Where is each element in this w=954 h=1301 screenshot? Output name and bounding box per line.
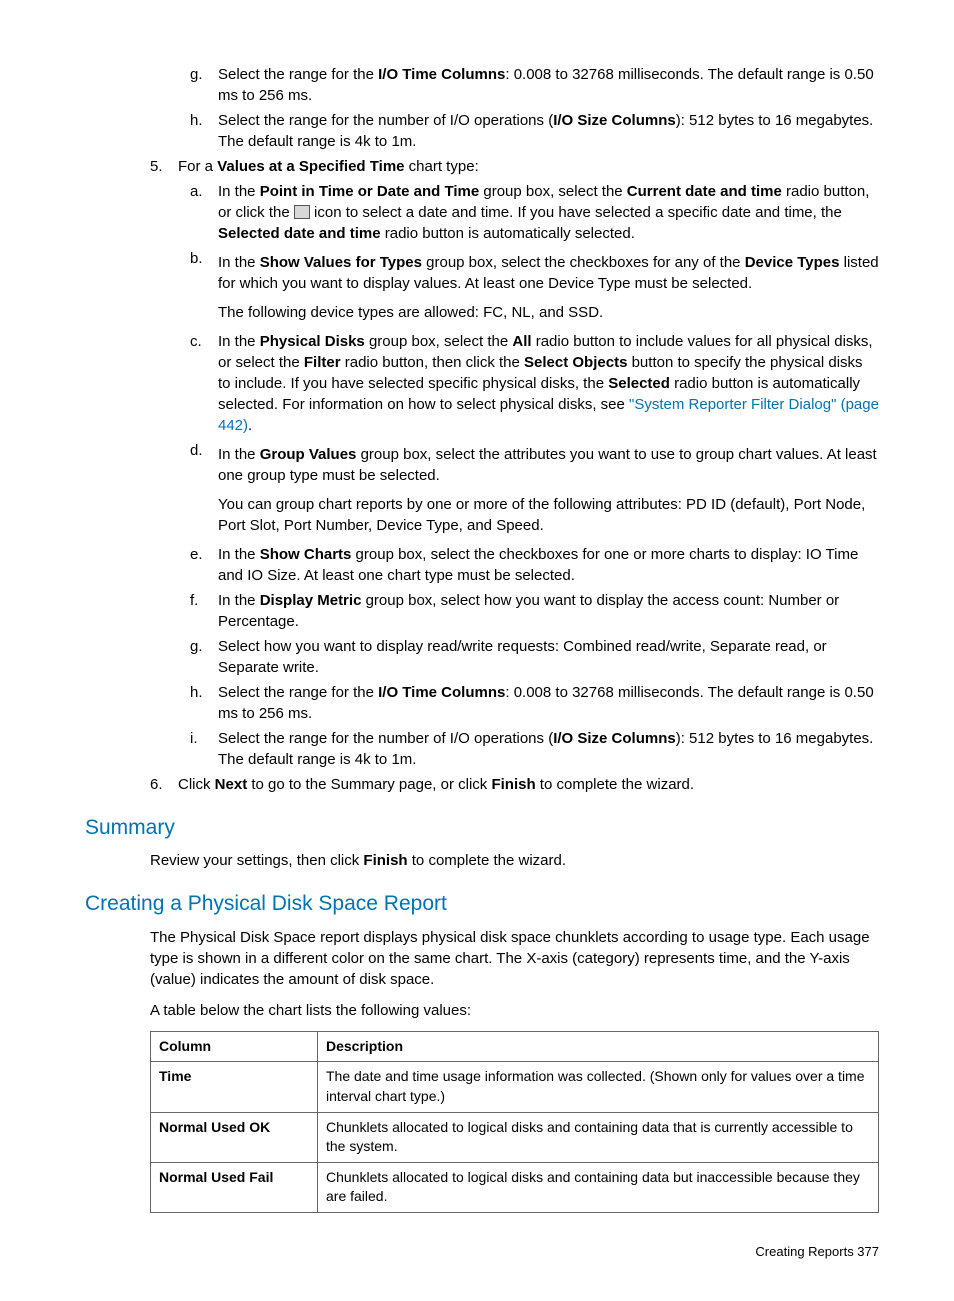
content: In the Group Values group box, select th… <box>218 440 879 540</box>
marker: g. <box>190 636 218 678</box>
content: In the Display Metric group box, select … <box>218 590 879 632</box>
marker: 6. <box>150 774 178 795</box>
cell-column: Normal Used Fail <box>151 1162 318 1212</box>
marker: a. <box>190 181 218 244</box>
sub-item-5e: e. In the Show Charts group box, select … <box>190 544 879 586</box>
content: Select the range for the number of I/O o… <box>218 728 879 770</box>
content: In the Show Values for Types group box, … <box>218 248 879 327</box>
sub-item-5c: c. In the Physical Disks group box, sele… <box>190 331 879 436</box>
sub-item-5b: b. In the Show Values for Types group bo… <box>190 248 879 327</box>
table-header-row: Column Description <box>151 1031 879 1062</box>
sub-item-5h: h. Select the range for the I/O Time Col… <box>190 682 879 724</box>
marker: e. <box>190 544 218 586</box>
cell-description: Chunklets allocated to logical disks and… <box>318 1162 879 1212</box>
sub-item-5g: g. Select how you want to display read/w… <box>190 636 879 678</box>
cell-column: Time <box>151 1062 318 1112</box>
content: Select how you want to display read/writ… <box>218 636 879 678</box>
creating-report-heading: Creating a Physical Disk Space Report <box>85 889 879 918</box>
creating-para-2: A table below the chart lists the follow… <box>150 1000 879 1021</box>
sub-item-5i: i. Select the range for the number of I/… <box>190 728 879 770</box>
content: For a Values at a Specified Time chart t… <box>178 156 879 177</box>
sub-item-h: h. Select the range for the number of I/… <box>190 110 879 152</box>
marker: h. <box>190 110 218 152</box>
content: Select the range for the I/O Time Column… <box>218 682 879 724</box>
marker: b. <box>190 248 218 327</box>
sublist-5: a. In the Point in Time or Date and Time… <box>190 181 879 770</box>
calendar-icon <box>294 205 310 219</box>
marker: f. <box>190 590 218 632</box>
sub-item-g: g. Select the range for the I/O Time Col… <box>190 64 879 106</box>
sublist-continued: g. Select the range for the I/O Time Col… <box>190 64 879 152</box>
cell-description: The date and time usage information was … <box>318 1062 879 1112</box>
cell-column: Normal Used OK <box>151 1112 318 1162</box>
marker: 5. <box>150 156 178 177</box>
col-header-column: Column <box>151 1031 318 1062</box>
marker: g. <box>190 64 218 106</box>
content: Click Next to go to the Summary page, or… <box>178 774 879 795</box>
note-text: The following device types are allowed: … <box>218 302 879 323</box>
sub-item-5d: d. In the Group Values group box, select… <box>190 440 879 540</box>
values-table: Column Description Time The date and tim… <box>150 1031 879 1213</box>
marker: h. <box>190 682 218 724</box>
table-row: Normal Used Fail Chunklets allocated to … <box>151 1162 879 1212</box>
numbered-list: g. Select the range for the I/O Time Col… <box>150 64 879 795</box>
marker: c. <box>190 331 218 436</box>
page-footer: Creating Reports 377 <box>85 1243 879 1261</box>
sub-item-5f: f. In the Display Metric group box, sele… <box>190 590 879 632</box>
list-item-6: 6. Click Next to go to the Summary page,… <box>150 774 879 795</box>
table-row: Time The date and time usage information… <box>151 1062 879 1112</box>
summary-para: Review your settings, then click Finish … <box>150 850 879 871</box>
content: Select the range for the I/O Time Column… <box>218 64 879 106</box>
content: In the Physical Disks group box, select … <box>218 331 879 436</box>
content: Select the range for the number of I/O o… <box>218 110 879 152</box>
content: In the Point in Time or Date and Time gr… <box>218 181 879 244</box>
creating-para-1: The Physical Disk Space report displays … <box>150 927 879 990</box>
content: In the Show Charts group box, select the… <box>218 544 879 586</box>
marker: i. <box>190 728 218 770</box>
list-item-5: 5. For a Values at a Specified Time char… <box>150 156 879 177</box>
sub-item-5a: a. In the Point in Time or Date and Time… <box>190 181 879 244</box>
summary-heading: Summary <box>85 813 879 842</box>
note-text: You can group chart reports by one or mo… <box>218 494 879 536</box>
table-row: Normal Used OK Chunklets allocated to lo… <box>151 1112 879 1162</box>
col-header-description: Description <box>318 1031 879 1062</box>
cell-description: Chunklets allocated to logical disks and… <box>318 1112 879 1162</box>
marker: d. <box>190 440 218 540</box>
